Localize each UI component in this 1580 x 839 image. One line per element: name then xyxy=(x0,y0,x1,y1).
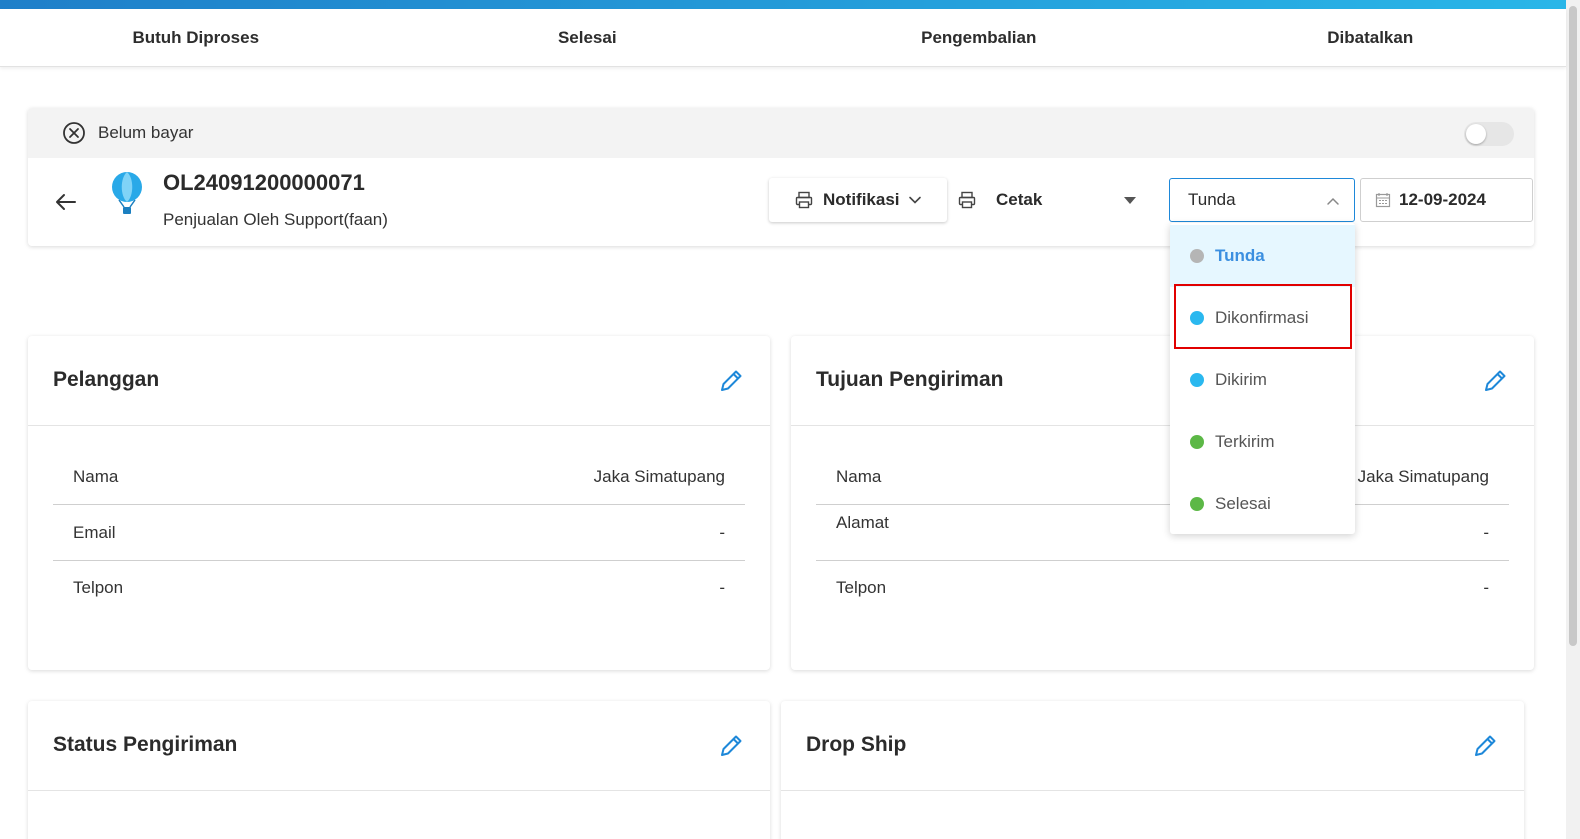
row-value: - xyxy=(719,523,725,542)
status-select-value: Tunda xyxy=(1188,190,1236,209)
status-dot xyxy=(1190,311,1204,325)
tab-butuh-diproses[interactable]: Butuh Diproses xyxy=(0,9,392,66)
customer-card-header: Pelanggan xyxy=(28,336,770,426)
date-value: 12-09-2024 xyxy=(1399,190,1486,209)
status-dot xyxy=(1190,435,1204,449)
top-accent-bar xyxy=(0,0,1566,9)
pencil-icon[interactable] xyxy=(1482,368,1508,394)
status-option-tunda[interactable]: Tunda xyxy=(1170,225,1355,287)
order-status-tabs: Butuh Diproses Selesai Pengembalian Diba… xyxy=(0,9,1566,67)
shipping-row-name: Nama Jaka Simatupang xyxy=(816,450,1509,505)
pencil-icon[interactable] xyxy=(718,733,744,759)
order-id: OL24091200000071 xyxy=(163,170,365,195)
row-key: Email xyxy=(73,523,116,542)
status-option-label: Dikirim xyxy=(1215,370,1267,389)
toggle-knob xyxy=(1466,124,1486,144)
close-circle-icon xyxy=(63,122,85,144)
customer-card-title: Pelanggan xyxy=(53,368,160,391)
tab-selesai[interactable]: Selesai xyxy=(392,9,784,66)
pencil-icon[interactable] xyxy=(718,368,744,394)
customer-row-phone: Telpon - xyxy=(53,561,745,616)
shipping-row-address: Alamat - xyxy=(816,506,1509,561)
row-key: Nama xyxy=(73,467,119,486)
status-option-label: Terkirim xyxy=(1215,432,1275,451)
status-dot xyxy=(1190,497,1204,511)
scrollbar[interactable] xyxy=(1566,0,1580,839)
shipping-status-title: Status Pengiriman xyxy=(53,733,238,756)
row-value: - xyxy=(1483,578,1489,597)
shipping-destination-card: Tujuan Pengiriman Nama Jaka Simatupang A… xyxy=(791,336,1534,670)
status-option-dikonfirmasi[interactable]: Dikonfirmasi xyxy=(1170,287,1355,349)
customer-row-email: Email - xyxy=(53,506,745,561)
notification-button[interactable]: Notifikasi xyxy=(769,178,947,222)
print-label: Cetak xyxy=(996,190,1043,209)
balloon-icon xyxy=(112,172,142,214)
payment-status-bar: Belum bayar xyxy=(28,108,1534,158)
row-value: - xyxy=(719,578,725,597)
drop-ship-card: Drop Ship xyxy=(781,701,1524,839)
scrollbar-thumb[interactable] xyxy=(1569,6,1577,646)
payment-status-label: Belum bayar xyxy=(98,123,194,142)
notification-label: Notifikasi xyxy=(823,190,900,209)
row-key: Telpon xyxy=(836,578,887,597)
row-key: Telpon xyxy=(73,578,124,597)
printer-icon xyxy=(795,191,813,209)
status-dot xyxy=(1190,249,1204,263)
order-date-input[interactable]: 12-09-2024 xyxy=(1360,178,1533,222)
status-option-selesai[interactable]: Selesai xyxy=(1170,473,1355,535)
drop-ship-header: Drop Ship xyxy=(781,701,1524,791)
status-option-dikirim[interactable]: Dikirim xyxy=(1170,349,1355,411)
chevron-down-icon xyxy=(908,196,921,204)
status-option-label: Selesai xyxy=(1215,494,1271,513)
back-arrow-icon[interactable] xyxy=(54,190,78,214)
row-value: Jaka Simatupang xyxy=(593,467,725,486)
status-option-label: Dikonfirmasi xyxy=(1215,308,1309,327)
payment-toggle[interactable] xyxy=(1464,122,1514,146)
status-option-label: Tunda xyxy=(1215,246,1265,265)
shipping-card-header: Tujuan Pengiriman xyxy=(791,336,1534,426)
shipping-row-phone: Telpon - xyxy=(816,561,1509,616)
customer-card: Pelanggan Nama Jaka Simatupang Email - T… xyxy=(28,336,770,670)
order-subtitle: Penjualan Oleh Support(faan) xyxy=(163,210,388,229)
row-key: Alamat xyxy=(836,513,889,532)
row-key: Nama xyxy=(836,467,882,486)
row-value: - xyxy=(1483,523,1489,542)
calendar-icon xyxy=(1375,193,1391,208)
chevron-up-icon xyxy=(1327,197,1339,205)
row-value: Jaka Simatupang xyxy=(1357,467,1489,486)
print-dropdown[interactable]: Cetak xyxy=(958,178,1150,222)
status-dot xyxy=(1190,373,1204,387)
status-option-terkirim[interactable]: Terkirim xyxy=(1170,411,1355,473)
customer-row-name: Nama Jaka Simatupang xyxy=(53,450,745,505)
pencil-icon[interactable] xyxy=(1472,733,1498,759)
tab-pengembalian[interactable]: Pengembalian xyxy=(783,9,1175,66)
order-status-select[interactable]: Tunda xyxy=(1169,178,1355,222)
caret-down-icon xyxy=(1124,197,1136,204)
shipping-card-title: Tujuan Pengiriman xyxy=(816,368,1004,391)
drop-ship-title: Drop Ship xyxy=(806,733,907,756)
printer-icon xyxy=(958,191,976,209)
shipping-status-card: Status Pengiriman xyxy=(28,701,770,839)
shipping-status-header: Status Pengiriman xyxy=(28,701,770,791)
status-dropdown-menu: Tunda Dikonfirmasi Dikirim Terkirim Sele… xyxy=(1170,223,1355,534)
tab-dibatalkan[interactable]: Dibatalkan xyxy=(1175,9,1567,66)
